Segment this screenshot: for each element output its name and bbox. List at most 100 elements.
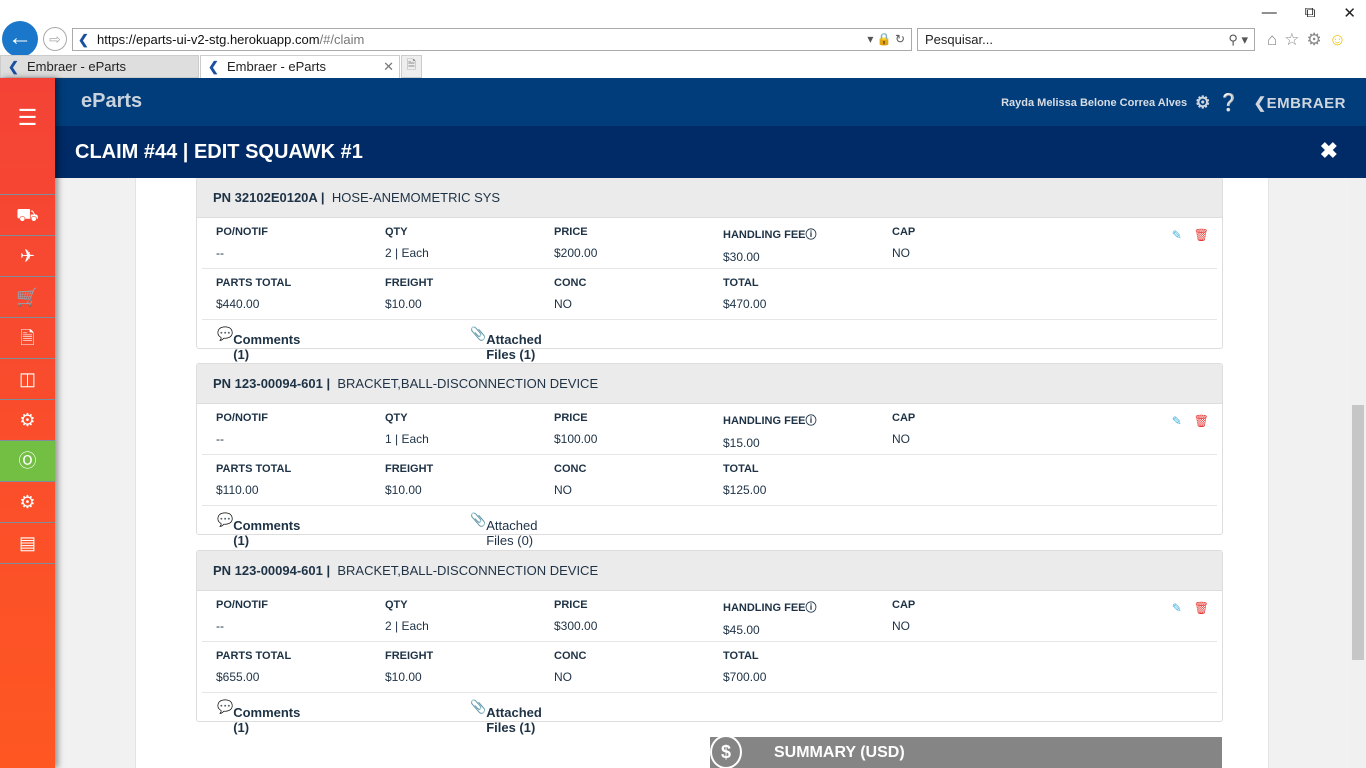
- trash-icon[interactable]: 🗑: [1194, 601, 1209, 615]
- cart-icon[interactable]: 🛒: [0, 277, 55, 318]
- field-value: $10.00: [385, 670, 422, 684]
- address-tools[interactable]: ▾ 🔒 ↻: [867, 29, 905, 50]
- field-label: PRICE: [554, 599, 588, 611]
- document-icon[interactable]: 🗎: [0, 318, 55, 359]
- part-row: PARTS TOTAL $110.00 FREIGHT $10.00 CONC NO TOT…: [202, 455, 1217, 506]
- new-tab-button[interactable]: 🗎: [401, 55, 422, 78]
- field-value: --: [216, 619, 224, 633]
- part-row: PO/NOTIF -- QTY 2 | Each PRICE $200.00 HANDLIN…: [202, 218, 1217, 269]
- edit-icon[interactable]: ✎: [1172, 414, 1182, 428]
- summary-header[interactable]: SUMMARY (USD): [710, 737, 1222, 768]
- field-value: $440.00: [216, 297, 260, 311]
- user-name[interactable]: Rayda Melissa Belone Correa Alves: [1001, 97, 1187, 109]
- gears-icon[interactable]: ⚙: [0, 482, 55, 523]
- field-label: HANDLING FEEⓘ: [723, 415, 817, 427]
- modal-titlebar: CLAIM #44 | EDIT SQUAWK #1 ✖: [55, 126, 1366, 178]
- box-return-icon[interactable]: ◫: [0, 359, 55, 400]
- trash-icon[interactable]: 🗑: [1194, 228, 1209, 242]
- field-po: PO/NOTIF --: [216, 599, 268, 633]
- comments-link[interactable]: 💬 Comments (1): [217, 699, 300, 735]
- restore-icon[interactable]: ⧉: [1305, 4, 1316, 22]
- part-number: PN 123-00094-601 |: [213, 563, 331, 578]
- field-label: FREIGHT: [385, 650, 434, 662]
- field-conc: CONC NO: [554, 277, 586, 311]
- close-window-icon[interactable]: ✕: [1343, 4, 1356, 22]
- settings-icon[interactable]: ⚙: [1195, 93, 1210, 113]
- home-icon[interactable]: ⌂: [1267, 30, 1277, 50]
- scrollbar[interactable]: [1350, 178, 1366, 768]
- address-bar[interactable]: ❮ https://eparts-ui-v2-stg.herokuapp.com/…: [72, 28, 912, 51]
- field-label: PARTS TOTAL: [216, 650, 292, 662]
- site-icon: ❮: [8, 59, 19, 74]
- part-row: PARTS TOTAL $440.00 FREIGHT $10.00 CONC NO TOT…: [202, 269, 1217, 320]
- truck-icon[interactable]: ⛟: [0, 195, 55, 236]
- plane-icon[interactable]: ✈: [0, 236, 55, 277]
- field-total: TOTAL $470.00: [723, 277, 766, 311]
- info-icon[interactable]: ⓘ: [806, 229, 817, 241]
- field-value: $45.00: [723, 623, 760, 637]
- field-qty: QTY 2 | Each: [385, 226, 429, 260]
- edit-icon[interactable]: ✎: [1172, 601, 1182, 615]
- smiley-icon[interactable]: ☺: [1329, 30, 1346, 50]
- field-value: $125.00: [723, 483, 767, 497]
- dollar-refresh-icon[interactable]: Ⓞ: [0, 441, 55, 482]
- minimize-icon[interactable]: —: [1262, 4, 1277, 22]
- embraer-logo: ❮EMBRAER: [1253, 95, 1346, 112]
- field-label: PRICE: [554, 412, 588, 424]
- search-icon[interactable]: ⚲ ▾: [1228, 29, 1248, 50]
- field-value: $200.00: [554, 246, 598, 260]
- field-value: 2 | Each: [385, 246, 429, 260]
- site-icon: ❮: [208, 59, 219, 74]
- search-input[interactable]: Pesquisar... ⚲ ▾: [917, 28, 1255, 51]
- field-value: $700.00: [723, 670, 767, 684]
- field-price: PRICE $100.00: [554, 412, 597, 446]
- page-title: CLAIM #44 | EDIT SQUAWK #1: [75, 141, 363, 163]
- field-value: $30.00: [723, 250, 760, 264]
- field-label: QTY: [385, 412, 408, 424]
- field-conc: CONC NO: [554, 650, 586, 684]
- close-icon[interactable]: ✖: [1320, 138, 1338, 164]
- chart-icon[interactable]: ▤: [0, 523, 55, 564]
- forward-button[interactable]: ⇨: [43, 27, 67, 51]
- back-button[interactable]: ←: [2, 21, 38, 57]
- field-po: PO/NOTIF --: [216, 226, 268, 260]
- browser-tab[interactable]: ❮ Embraer - eParts: [0, 55, 199, 78]
- field-price: PRICE $300.00: [554, 599, 597, 633]
- comments-link[interactable]: 💬 Comments (1): [217, 512, 300, 548]
- field-handling: HANDLING FEEⓘ $30.00: [723, 226, 817, 264]
- part-card: PN 32102E0120A | HOSE-ANEMOMETRIC SYS PO…: [196, 178, 1223, 362]
- logo-text: EMBRAER: [1266, 95, 1346, 112]
- star-icon[interactable]: ☆: [1284, 30, 1299, 50]
- edit-icon[interactable]: ✎: [1172, 228, 1182, 242]
- field-value: $10.00: [385, 297, 422, 311]
- field-value: 2 | Each: [385, 619, 429, 633]
- menu-icon[interactable]: ☰: [0, 78, 55, 195]
- comments-link[interactable]: 💬 Comments (1): [217, 326, 300, 362]
- brand[interactable]: eParts: [81, 90, 142, 113]
- attached-files-link[interactable]: 📎 Attached Files (0): [470, 512, 538, 548]
- field-value: 1 | Each: [385, 432, 429, 446]
- trash-icon[interactable]: 🗑: [1194, 414, 1209, 428]
- info-icon[interactable]: ⓘ: [806, 602, 817, 614]
- browser-tab-active[interactable]: ❮ Embraer - eParts ✕: [200, 55, 400, 78]
- scrollbar-thumb[interactable]: [1352, 405, 1364, 660]
- window-controls: — ⧉ ✕: [1262, 4, 1356, 22]
- attached-files-link[interactable]: 📎 Attached Files (1): [470, 699, 542, 735]
- field-value: $100.00: [554, 432, 598, 446]
- gear-exchange-icon[interactable]: ⚙: [0, 400, 55, 441]
- field-parts_total: PARTS TOTAL $110.00: [216, 463, 291, 497]
- close-tab-icon[interactable]: ✕: [383, 56, 394, 78]
- part-footer: 💬 Comments (1) 📎 Attached Files (1): [197, 693, 1222, 735]
- gear-icon[interactable]: ⚙: [1307, 30, 1322, 50]
- app-header: eParts Rayda Melissa Belone Correa Alves…: [55, 78, 1366, 126]
- help-icon[interactable]: ❔: [1218, 93, 1239, 113]
- attached-files-label: Attached Files (1): [486, 705, 542, 735]
- info-icon[interactable]: ⓘ: [806, 415, 817, 427]
- part-footer: 💬 Comments (1) 📎 Attached Files (1): [197, 320, 1222, 362]
- field-cap: CAP NO: [892, 226, 915, 260]
- part-header: PN 32102E0120A | HOSE-ANEMOMETRIC SYS: [197, 178, 1222, 218]
- attached-files-link[interactable]: 📎 Attached Files (1): [470, 326, 542, 362]
- part-number: PN 32102E0120A |: [213, 190, 325, 205]
- part-description: BRACKET,BALL-DISCONNECTION DEVICE: [337, 563, 599, 578]
- url-host: https://eparts-ui-v2-stg.herokuapp.com: [97, 32, 320, 47]
